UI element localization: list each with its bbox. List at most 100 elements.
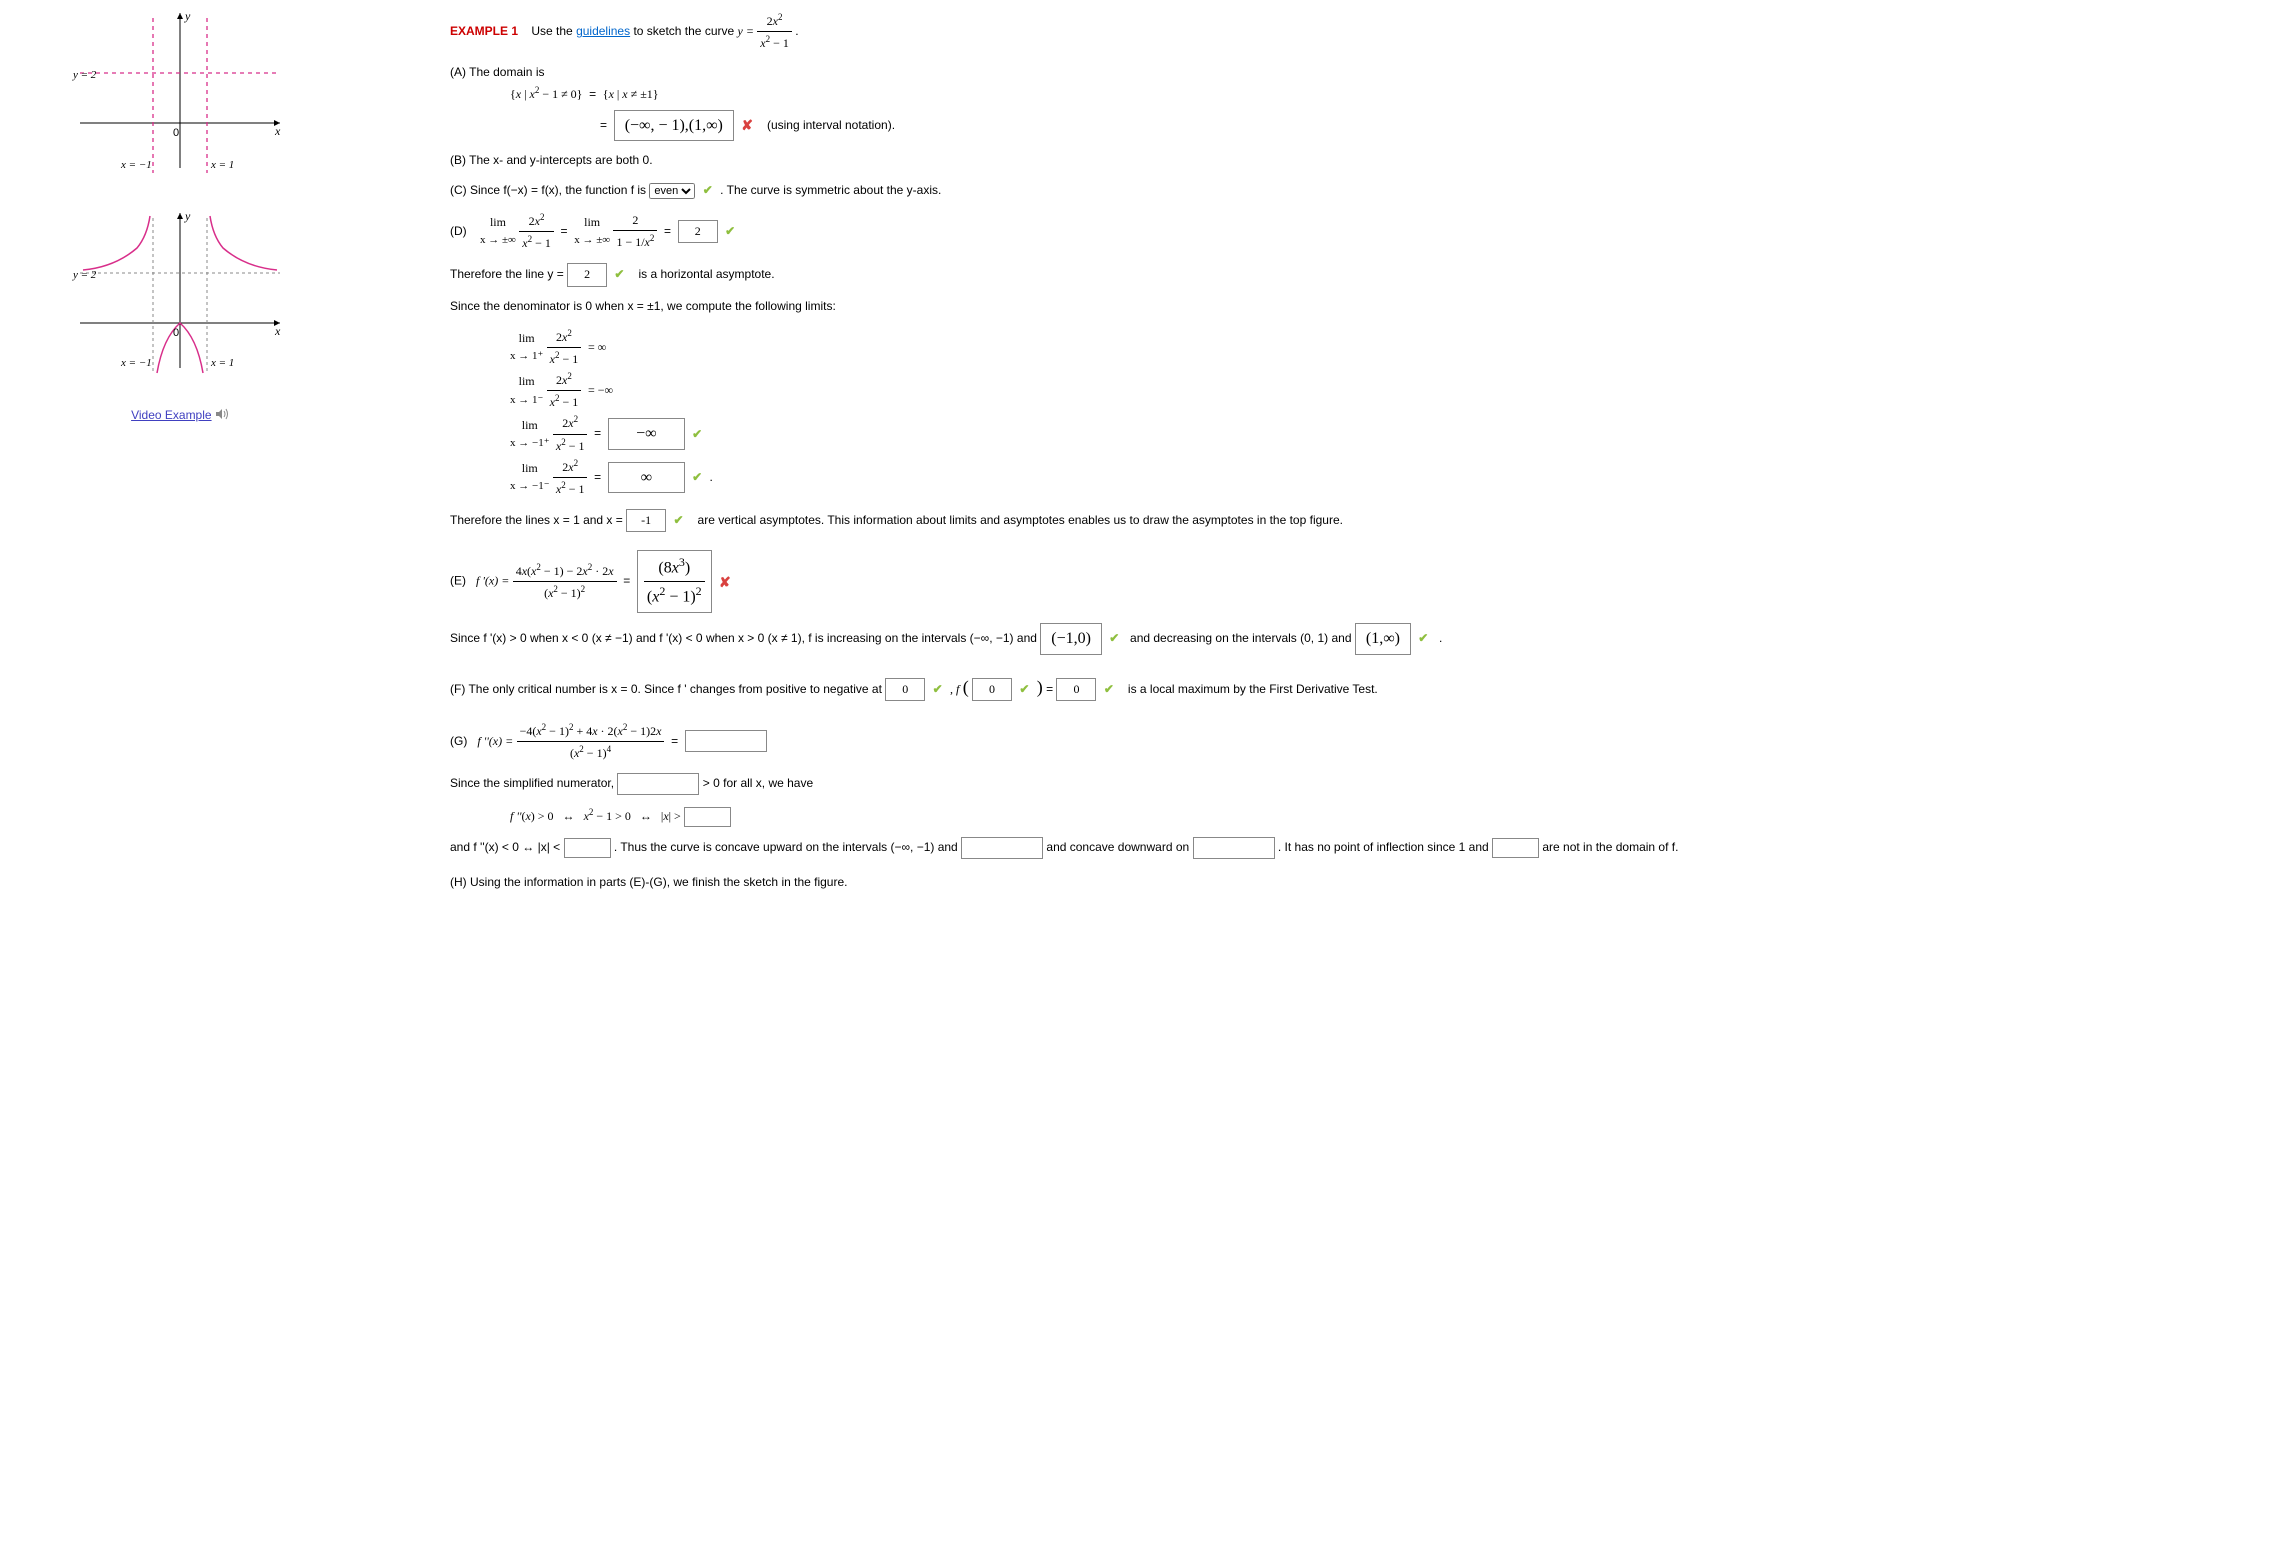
D-therefore: Therefore the line y = 2 ✔ is a horizont…: [450, 263, 2262, 286]
part-B: (B) The x- and y-intercepts are both 0.: [450, 151, 2262, 170]
G-since-pre: Since the simplified numerator,: [450, 776, 617, 790]
part-H: (H) Using the information in parts (E)-(…: [450, 873, 2262, 892]
va-post: are vertical asymptotes. This informatio…: [694, 513, 1343, 527]
check-icon: ✔: [725, 222, 735, 241]
G-down-interval[interactable]: [1193, 837, 1275, 859]
check-icon: ✔: [703, 181, 713, 200]
E-period: .: [1439, 631, 1442, 645]
G-since: Since the simplified numerator, > 0 for …: [450, 773, 2262, 795]
F-farg[interactable]: 0: [972, 678, 1012, 701]
D-va: Therefore the lines x = 1 and x = -1 ✔ a…: [450, 509, 2262, 532]
D-limit-answer[interactable]: 2: [678, 220, 718, 243]
svg-text:0: 0: [173, 327, 179, 339]
part-C: (C) Since f(−x) = f(x), the function f i…: [450, 181, 2262, 200]
A-answer-box[interactable]: (−∞, − 1),(1,∞): [614, 110, 734, 142]
E-since: Since f '(x) > 0 when x < 0 (x ≠ −1) and…: [450, 623, 2262, 655]
l1-rhs: = ∞: [588, 340, 606, 354]
F-post: is a local maximum by the First Derivati…: [1125, 682, 1378, 696]
check-icon: ✔: [673, 511, 683, 530]
l4-answer[interactable]: ∞: [608, 462, 685, 494]
G-thus: . Thus the curve is concave upward on th…: [614, 840, 961, 854]
G-absx1[interactable]: [684, 807, 731, 827]
sound-icon: [215, 408, 229, 423]
figures-column: 0 x y y = 2 x = −1 x = 1 0 x: [40, 0, 320, 902]
G-inflect-val[interactable]: [1492, 838, 1539, 858]
G-simplified[interactable]: [685, 730, 767, 752]
G-down: and concave downward on: [1046, 840, 1192, 854]
G-inflect-post: are not in the domain of f.: [1542, 840, 1678, 854]
curve-eq-lhs: y =: [738, 24, 754, 38]
graph-2: 0 x y y = 2 x = −1 x = 1: [65, 208, 295, 378]
curve-fraction: 2x2 x2 − 1: [757, 10, 792, 53]
D-limits-block: limx → 1⁺ 2x2x2 − 1 = ∞ limx → 1⁻ 2x2x2 …: [510, 326, 2262, 500]
video-example-link[interactable]: Video Example: [131, 408, 212, 422]
G-and-pre: and f ''(x) < 0 ↔ |x| <: [450, 840, 564, 854]
check-icon: ✔: [692, 468, 702, 487]
G-up-interval[interactable]: [961, 837, 1043, 859]
G-absx2[interactable]: [564, 838, 611, 858]
svg-text:y = 2: y = 2: [72, 69, 97, 81]
C-pre: (C) Since f(−x) = f(x), the function f i…: [450, 183, 646, 197]
D-th-post: is a horizontal asymptote.: [635, 267, 774, 281]
G-inflect-pre: . It has no point of inflection since 1 …: [1278, 840, 1492, 854]
svg-text:x = 1: x = 1: [210, 159, 234, 171]
part-E: (E) f '(x) = 4x(x2 − 1) − 2x2 · 2x (x2 −…: [450, 550, 2262, 613]
G-numerator-box[interactable]: [617, 773, 699, 795]
part-A: (A) The domain is {x | x2 − 1 ≠ 0} = {x …: [450, 63, 2262, 141]
E-since-pre: Since f '(x) > 0 when x < 0 (x ≠ −1) and…: [450, 631, 1037, 645]
check-icon: ✔: [1418, 629, 1428, 648]
G-line: f ''(x) > 0 ↔ x2 − 1 > 0 ↔ |x| >: [510, 805, 2262, 827]
F-mid1: , f: [950, 682, 959, 696]
check-icon: ✔: [1104, 680, 1114, 699]
part-G: (G) f ''(x) = −4(x2 − 1)2 + 4x · 2(x2 − …: [450, 720, 2262, 763]
check-icon: ✔: [614, 265, 624, 284]
D-since: Since the denominator is 0 when x = ±1, …: [450, 297, 2262, 316]
cross-icon: ✘: [741, 114, 753, 136]
content-column: EXAMPLE 1 Use the guidelines to sketch t…: [320, 0, 2262, 902]
svg-text:x = −1: x = −1: [120, 357, 152, 369]
A-label: (A) The domain is: [450, 63, 2262, 82]
F-zero1[interactable]: 0: [885, 678, 925, 701]
intro-post: to sketch the curve: [630, 24, 737, 38]
l2-rhs: = −∞: [588, 383, 613, 397]
video-example-link-row: Video Example: [40, 408, 320, 423]
va-answer[interactable]: -1: [626, 509, 666, 532]
E-answer-box[interactable]: (8x3)(x2 − 1)2: [637, 550, 712, 613]
va-pre: Therefore the lines x = 1 and x =: [450, 513, 626, 527]
check-icon: ✔: [1109, 629, 1119, 648]
svg-text:x: x: [274, 124, 281, 138]
guidelines-link[interactable]: guidelines: [576, 24, 630, 38]
intro-pre: Use the: [531, 24, 576, 38]
svg-text:x = 1: x = 1: [210, 357, 234, 369]
check-icon: ✔: [692, 425, 702, 444]
E-since-mid: and decreasing on the intervals (0, 1) a…: [1130, 631, 1351, 645]
l3-answer[interactable]: −∞: [608, 418, 685, 450]
example-header: EXAMPLE 1 Use the guidelines to sketch t…: [450, 10, 2262, 53]
D-th-pre: Therefore the line y =: [450, 267, 567, 281]
svg-text:y: y: [184, 9, 191, 23]
D-label: (D): [450, 224, 467, 238]
cross-icon: ✘: [719, 571, 731, 593]
G-fpp: f ''(x) =: [477, 733, 513, 747]
part-D: (D) limx → ±∞ 2x2x2 − 1 = limx → ±∞ 21 −…: [450, 210, 2262, 253]
svg-text:y: y: [184, 209, 191, 223]
symmetry-select[interactable]: even: [649, 183, 695, 199]
svg-text:x: x: [274, 324, 281, 338]
G-and: and f ''(x) < 0 ↔ |x| < . Thus the curve…: [450, 837, 2262, 859]
graph-1: 0 x y y = 2 x = −1 x = 1: [65, 8, 295, 178]
E-interval1[interactable]: (−1,0): [1040, 623, 1102, 655]
E-interval2[interactable]: (1,∞): [1355, 623, 1411, 655]
D-ha-answer[interactable]: 2: [567, 263, 607, 286]
svg-text:y = 2: y = 2: [72, 269, 97, 281]
part-F: (F) The only critical number is x = 0. S…: [450, 673, 2262, 702]
example-label: EXAMPLE 1: [450, 24, 518, 38]
G-label: (G): [450, 733, 467, 747]
E-label: (E): [450, 574, 466, 588]
F-zero2[interactable]: 0: [1056, 678, 1096, 701]
A-note: (using interval notation).: [767, 118, 895, 132]
check-icon: ✔: [933, 680, 943, 699]
F-eq: =: [1046, 682, 1056, 696]
F-pre: (F) The only critical number is x = 0. S…: [450, 682, 885, 696]
check-icon: ✔: [1019, 680, 1029, 699]
C-post: . The curve is symmetric about the y-axi…: [720, 183, 941, 197]
